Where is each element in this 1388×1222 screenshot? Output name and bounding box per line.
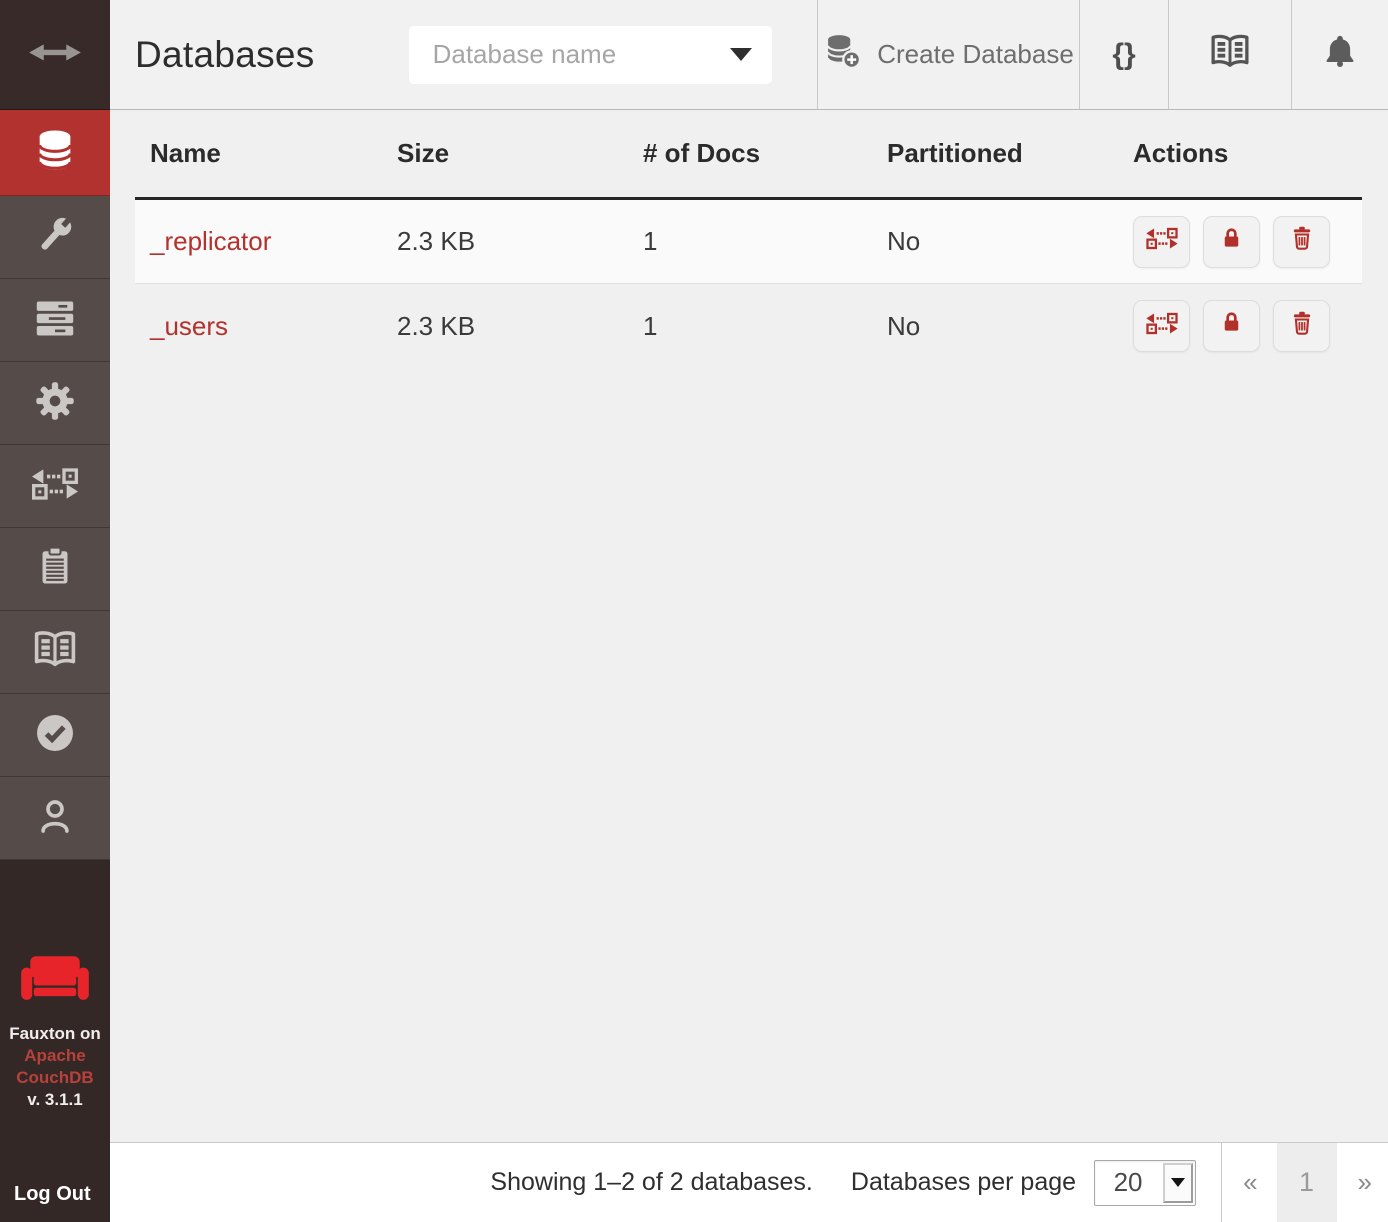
docs-cell: 1 — [643, 311, 887, 342]
docs-cell: 1 — [643, 226, 887, 257]
lock-icon — [1218, 309, 1245, 343]
gear-icon — [33, 379, 77, 428]
databases-content: Name Size # of Docs Partitioned Actions … — [110, 110, 1388, 1142]
table-row: _replicator 2.3 KB 1 No — [135, 200, 1362, 284]
sidebar-item-documentation[interactable] — [0, 611, 110, 694]
trash-icon — [1288, 224, 1316, 259]
create-database-icon — [823, 31, 863, 78]
create-database-button[interactable]: Create Database — [817, 0, 1079, 109]
pagination-current-page[interactable]: 1 — [1277, 1143, 1337, 1222]
brand-block: Fauxton on Apache CouchDB v. 3.1.1 — [9, 952, 101, 1111]
sidebar-item-databases[interactable] — [0, 110, 110, 196]
book-icon — [1208, 30, 1252, 79]
pagination-next-button[interactable]: » — [1358, 1167, 1372, 1198]
delete-button[interactable] — [1273, 300, 1330, 352]
brand-text-apache: Apache — [9, 1045, 101, 1067]
sidebar: Fauxton on Apache CouchDB v. 3.1.1 Log O… — [0, 0, 110, 1222]
wrench-icon — [32, 212, 78, 263]
row-actions — [1133, 216, 1362, 268]
brand-text-couchdb: CouchDB — [9, 1067, 101, 1089]
database-name-combobox[interactable] — [409, 26, 772, 84]
sidebar-item-verify[interactable] — [0, 694, 110, 777]
replication-icon — [30, 466, 80, 507]
sidebar-item-account[interactable] — [0, 777, 110, 860]
json-icon: {} — [1112, 38, 1135, 72]
table-header-row: Name Size # of Docs Partitioned Actions — [135, 110, 1362, 200]
main-area: Databases — [110, 0, 1388, 1222]
pagination-prev-button[interactable]: « — [1243, 1167, 1257, 1198]
permissions-button[interactable] — [1203, 300, 1260, 352]
brand-text-version: v. 3.1.1 — [9, 1089, 101, 1111]
size-cell: 2.3 KB — [397, 226, 643, 257]
sidebar-footer: Fauxton on Apache CouchDB v. 3.1.1 Log O… — [0, 860, 110, 1222]
size-cell: 2.3 KB — [397, 311, 643, 342]
lock-icon — [1218, 225, 1245, 259]
per-page-value: 20 — [1095, 1161, 1161, 1205]
user-icon — [34, 795, 76, 842]
header: Databases — [110, 0, 1388, 110]
table-row: _users 2.3 KB 1 No — [135, 284, 1362, 368]
partitioned-cell: No — [887, 311, 1133, 342]
page-title: Databases — [135, 34, 315, 76]
bell-icon — [1321, 33, 1359, 76]
column-header-docs: # of Docs — [643, 138, 887, 169]
sidebar-item-active-tasks[interactable] — [0, 279, 110, 362]
replicate-button[interactable] — [1133, 216, 1190, 268]
database-name-input[interactable] — [431, 38, 731, 71]
column-header-name: Name — [150, 138, 397, 169]
showing-text: Showing 1–2 of 2 databases. — [490, 1168, 812, 1197]
replication-icon — [1145, 311, 1179, 342]
footer-divider — [1221, 1143, 1222, 1222]
replicate-button[interactable] — [1133, 300, 1190, 352]
per-page-select[interactable]: 20 — [1094, 1160, 1196, 1206]
notifications-button[interactable] — [1291, 0, 1388, 109]
sidebar-item-configuration[interactable] — [0, 362, 110, 445]
caret-down-icon — [730, 48, 752, 61]
column-header-actions: Actions — [1133, 138, 1362, 169]
databases-table: Name Size # of Docs Partitioned Actions … — [135, 110, 1362, 368]
database-link[interactable]: _users — [150, 311, 228, 341]
clipboard-icon — [33, 545, 77, 594]
footer: Showing 1–2 of 2 databases. Databases pe… — [110, 1142, 1388, 1222]
caret-down-icon — [1163, 1163, 1193, 1203]
partitioned-cell: No — [887, 226, 1133, 257]
brand-text-fauxton: Fauxton on — [9, 1023, 101, 1045]
header-actions: Create Database {} — [817, 0, 1388, 109]
column-header-size: Size — [397, 138, 643, 169]
couch-logo — [9, 952, 101, 1013]
documentation-button[interactable] — [1168, 0, 1291, 109]
sidebar-item-tasks-clipboard[interactable] — [0, 528, 110, 611]
trash-icon — [1288, 309, 1316, 344]
database-icon — [32, 127, 78, 178]
server-list-icon — [32, 295, 78, 346]
delete-button[interactable] — [1273, 216, 1330, 268]
row-actions — [1133, 300, 1362, 352]
api-json-button[interactable]: {} — [1079, 0, 1168, 109]
logout-button[interactable]: Log Out — [0, 1183, 91, 1222]
replication-icon — [1145, 226, 1179, 257]
permissions-button[interactable] — [1203, 216, 1260, 268]
column-header-partitioned: Partitioned — [887, 138, 1133, 169]
check-circle-icon — [33, 711, 77, 760]
sidebar-item-replication[interactable] — [0, 445, 110, 528]
sidebar-collapse-button[interactable] — [0, 0, 110, 110]
collapse-icon — [28, 37, 82, 72]
database-link[interactable]: _replicator — [150, 226, 271, 256]
book-icon — [31, 626, 79, 679]
sidebar-item-setup[interactable] — [0, 196, 110, 279]
per-page-label: Databases per page — [851, 1168, 1076, 1197]
create-database-label: Create Database — [877, 39, 1074, 70]
